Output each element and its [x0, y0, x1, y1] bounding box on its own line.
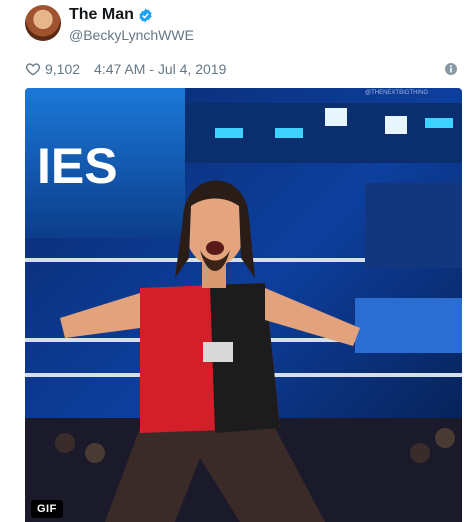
gif-frame: IES @THENEXTBIGTHING — [25, 88, 462, 522]
logo-panel — [385, 116, 407, 134]
right-screen-lower — [355, 298, 462, 353]
logo-panel — [325, 108, 347, 126]
tweet-timestamp[interactable]: 4:47 AM - Jul 4, 2019 — [94, 61, 226, 77]
embedded-tweet: The Man @BeckyLynchWWE 9,102 4:47 AM - J… — [0, 0, 474, 522]
tweet-media-gif[interactable]: IES @THENEXTBIGTHING — [25, 88, 462, 522]
right-screen — [365, 183, 462, 268]
author-avatar[interactable] — [25, 5, 61, 41]
sign-text: IES — [37, 138, 118, 194]
author-handle[interactable]: @BeckyLynchWWE — [69, 27, 194, 43]
author-name-row[interactable]: The Man — [69, 6, 153, 24]
gif-badge: GIF — [31, 500, 63, 518]
stage-light — [215, 128, 243, 138]
stage-light — [425, 118, 453, 128]
crowd-member — [85, 443, 105, 463]
crowd-member — [55, 433, 75, 453]
verified-badge-icon — [139, 8, 152, 22]
crowd-member — [435, 428, 455, 448]
heart-icon[interactable] — [25, 61, 41, 77]
tweet-meta: 9,102 4:47 AM - Jul 4, 2019 — [25, 61, 226, 77]
author-name[interactable]: The Man — [69, 6, 134, 24]
crowd-member — [410, 443, 430, 463]
watermark: @THENEXTBIGTHING — [365, 90, 428, 96]
like-count[interactable]: 9,102 — [45, 61, 80, 77]
info-icon[interactable] — [445, 63, 457, 75]
stage-light — [275, 128, 303, 138]
